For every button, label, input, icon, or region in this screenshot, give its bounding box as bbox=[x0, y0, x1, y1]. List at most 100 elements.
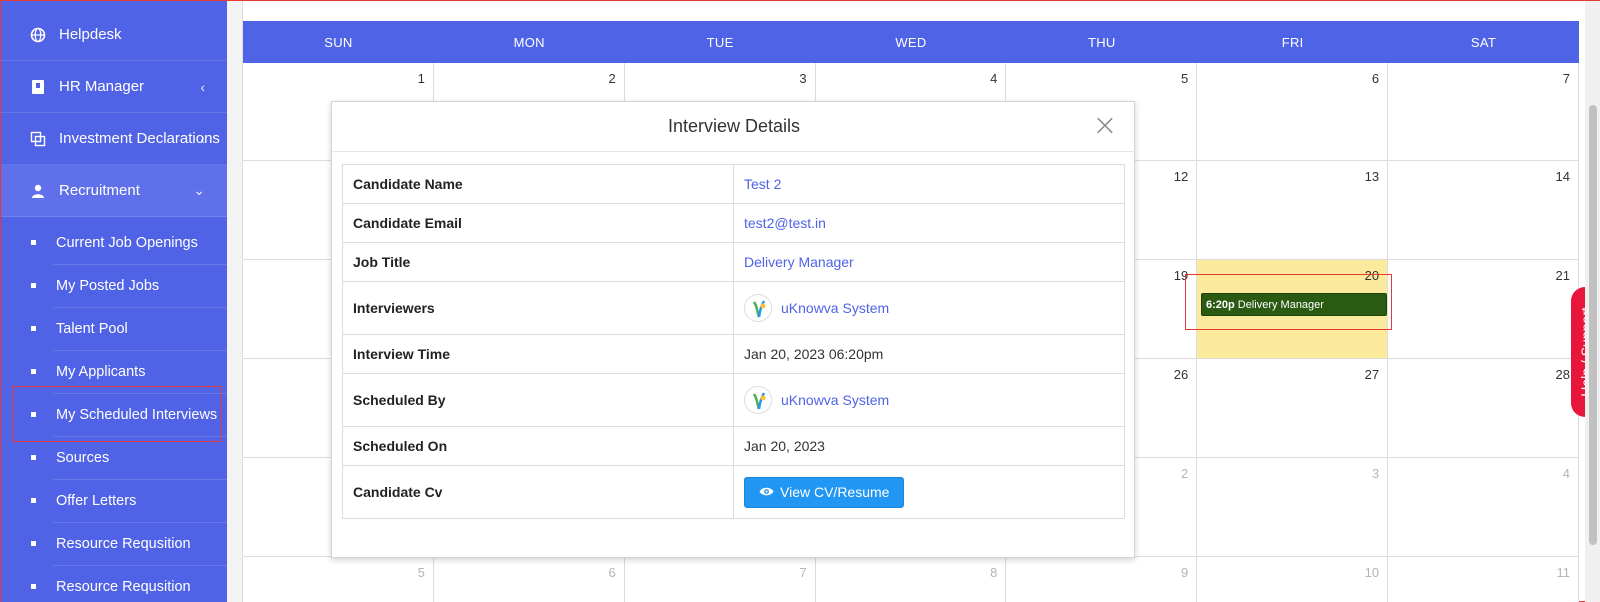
sub-item-resource-requsition-2[interactable]: Resource Requsition bbox=[1, 565, 227, 602]
bullet-icon bbox=[31, 369, 36, 374]
table-row: Candidate Name Test 2 bbox=[342, 164, 1125, 204]
calendar-day-cell[interactable]: 6 bbox=[433, 557, 625, 602]
bullet-icon bbox=[31, 455, 36, 460]
scheduled-on-label: Scheduled On bbox=[342, 426, 734, 466]
sidebar-item-hr-manager[interactable]: HR Manager ‹ bbox=[1, 61, 227, 113]
sidebar-item-label: Investment Declarations bbox=[59, 130, 220, 147]
calendar-day-cell[interactable]: 21 bbox=[1388, 260, 1579, 359]
candidate-email-link[interactable]: test2@test.in bbox=[744, 215, 826, 231]
table-row: Interviewers uKnowva System bbox=[342, 281, 1125, 335]
day-number: 4 bbox=[990, 71, 998, 86]
table-row: Interview Time Jan 20, 2023 06:20pm bbox=[342, 334, 1125, 374]
sub-item-talent-pool[interactable]: Talent Pool bbox=[1, 307, 227, 350]
day-number: 7 bbox=[799, 565, 807, 580]
bullet-icon bbox=[31, 584, 36, 589]
day-number: 3 bbox=[799, 71, 807, 86]
details-table: Candidate Name Test 2 Candidate Email te… bbox=[342, 164, 1125, 519]
calendar-day-cell[interactable]: 4 bbox=[1388, 458, 1579, 557]
calendar-day-cell[interactable]: 7 bbox=[624, 557, 816, 602]
dow-sat: SAT bbox=[1470, 34, 1497, 50]
table-row: Scheduled On Jan 20, 2023 bbox=[342, 426, 1125, 466]
modal-title: Interview Details bbox=[332, 102, 1136, 152]
sidebar-item-investment-declarations[interactable]: Investment Declarations ‹ bbox=[1, 113, 227, 165]
table-row: Candidate Email test2@test.in bbox=[342, 203, 1125, 243]
day-number: 5 bbox=[417, 565, 425, 580]
sub-item-offer-letters[interactable]: Offer Letters bbox=[1, 479, 227, 522]
calendar-day-cell[interactable]: 13 bbox=[1197, 161, 1389, 260]
close-icon[interactable]: × bbox=[1090, 111, 1120, 141]
sub-item-current-job-openings[interactable]: Current Job Openings bbox=[1, 221, 227, 264]
calendar-day-cell[interactable]: 8 bbox=[815, 557, 1007, 602]
day-number: 7 bbox=[1562, 71, 1570, 86]
day-number: 2 bbox=[1181, 466, 1189, 481]
bullet-icon bbox=[31, 498, 36, 503]
user-icon bbox=[29, 182, 47, 200]
day-number: 26 bbox=[1173, 367, 1189, 382]
bullet-icon bbox=[31, 283, 36, 288]
day-number: 5 bbox=[1181, 71, 1189, 86]
scheduled-by-link[interactable]: uKnowva System bbox=[781, 392, 889, 408]
candidate-name-link[interactable]: Test 2 bbox=[744, 176, 781, 192]
sidebar-item-helpdesk[interactable]: Helpdesk bbox=[1, 9, 227, 61]
table-row: Candidate Cv View CV/Resume bbox=[342, 465, 1125, 519]
sub-item-resource-requsition[interactable]: Resource Requsition bbox=[1, 522, 227, 565]
calendar-day-cell[interactable]: 5 bbox=[243, 557, 434, 602]
calendar-day-cell[interactable]: 7 bbox=[1388, 63, 1579, 161]
interviewer-link[interactable]: uKnowva System bbox=[781, 300, 889, 316]
eye-icon bbox=[759, 484, 774, 500]
scheduled-by-label: Scheduled By bbox=[342, 373, 734, 427]
sub-item-my-posted-jobs[interactable]: My Posted Jobs bbox=[1, 264, 227, 307]
table-row: Scheduled By uKnowva System bbox=[342, 373, 1125, 427]
sidebar-item-recruitment[interactable]: Recruitment ⌄ bbox=[1, 165, 227, 217]
calendar-header: SUN MON TUE WED THU FRI SAT bbox=[243, 21, 1579, 63]
scrollbar[interactable] bbox=[1585, 1, 1600, 602]
calendar-day-cell[interactable]: 3 bbox=[1197, 458, 1389, 557]
sub-item-label: Talent Pool bbox=[56, 320, 128, 337]
day-number: 21 bbox=[1555, 268, 1570, 283]
calendar-day-cell[interactable]: 27 bbox=[1197, 359, 1389, 458]
day-number: 4 bbox=[1562, 466, 1570, 481]
dow-fri: FRI bbox=[1281, 34, 1304, 50]
candidate-name-label: Candidate Name bbox=[342, 164, 734, 204]
interviewers-label: Interviewers bbox=[342, 281, 734, 335]
day-number: 28 bbox=[1555, 367, 1570, 382]
dow-mon: MON bbox=[513, 34, 545, 50]
highlight-box bbox=[12, 386, 221, 442]
day-number: 13 bbox=[1364, 169, 1380, 184]
calendar-day-cell[interactable]: 6 bbox=[1197, 63, 1389, 161]
day-number: 6 bbox=[608, 565, 616, 580]
calendar-day-cell[interactable]: 14 bbox=[1388, 161, 1579, 260]
view-cv-label: View CV/Resume bbox=[780, 484, 890, 500]
sub-item-sources[interactable]: Sources bbox=[1, 436, 227, 479]
view-cv-button[interactable]: View CV/Resume bbox=[744, 476, 905, 508]
dow-sun: SUN bbox=[324, 34, 353, 50]
scrollbar-thumb[interactable] bbox=[1589, 105, 1597, 545]
copy-icon bbox=[29, 130, 47, 148]
dow-tue: TUE bbox=[706, 34, 734, 50]
sidebar: Helpdesk HR Manager ‹ Investment Declara… bbox=[1, 1, 227, 602]
table-row: Job Title Delivery Manager bbox=[342, 242, 1125, 282]
badge-icon bbox=[29, 78, 47, 96]
interview-details-modal: Interview Details × Candidate Name Test … bbox=[331, 101, 1136, 558]
day-number: 27 bbox=[1364, 367, 1380, 382]
avatar bbox=[744, 294, 772, 322]
calendar-day-cell[interactable]: 9 bbox=[1006, 557, 1198, 602]
sub-item-label: My Posted Jobs bbox=[56, 277, 160, 294]
day-number: 2 bbox=[608, 71, 616, 86]
candidate-cv-label: Candidate Cv bbox=[342, 465, 734, 519]
sub-item-label: Sources bbox=[56, 449, 110, 466]
calendar-day-cell[interactable]: 11 bbox=[1388, 557, 1579, 602]
highlight-box bbox=[1185, 274, 1392, 330]
day-number: 8 bbox=[990, 565, 998, 580]
calendar-day-cell[interactable]: 28 bbox=[1388, 359, 1579, 458]
calendar-day-cell[interactable]: 10 bbox=[1197, 557, 1389, 602]
chevron-left-icon: ‹ bbox=[200, 78, 205, 95]
candidate-email-label: Candidate Email bbox=[342, 203, 734, 243]
day-number: 11 bbox=[1556, 565, 1570, 580]
bullet-icon bbox=[31, 541, 36, 546]
job-title-link[interactable]: Delivery Manager bbox=[744, 254, 854, 270]
sub-item-label: Current Job Openings bbox=[56, 234, 198, 251]
day-number: 10 bbox=[1364, 565, 1380, 580]
chevron-left-icon: ‹ bbox=[200, 130, 205, 147]
chevron-down-icon: ⌄ bbox=[193, 182, 205, 198]
